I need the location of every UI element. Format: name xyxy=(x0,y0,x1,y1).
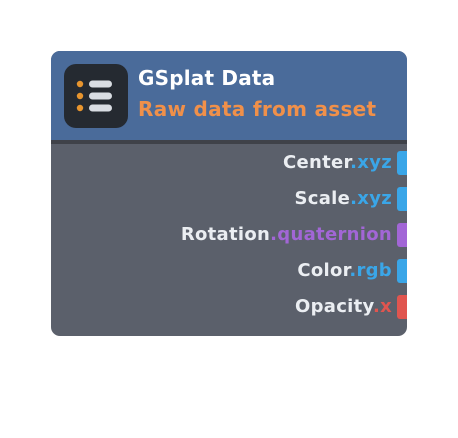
node-subtitle: Raw data from asset xyxy=(138,97,377,121)
output-port-opacity[interactable]: Opacity.x xyxy=(51,295,407,321)
output-socket[interactable] xyxy=(397,259,407,283)
port-type-suffix: .xyz xyxy=(350,152,392,173)
output-socket[interactable] xyxy=(397,223,407,247)
output-port-color[interactable]: Color.rgb xyxy=(51,259,407,285)
output-port-label: Rotation.quaternion xyxy=(181,224,392,245)
output-port-label: Scale.xyz xyxy=(294,188,392,209)
port-name: Rotation xyxy=(180,224,271,245)
port-name: Center xyxy=(282,152,351,173)
output-port-scale[interactable]: Scale.xyz xyxy=(51,187,407,213)
port-name: Color xyxy=(297,260,350,281)
header-divider xyxy=(51,140,407,144)
gsplat-data-node[interactable]: GSplat Data Raw data from asset Center.x… xyxy=(51,51,407,336)
output-port-label: Opacity.x xyxy=(295,296,392,317)
port-type-suffix: .rgb xyxy=(349,260,392,281)
output-socket[interactable] xyxy=(397,151,407,175)
output-port-center[interactable]: Center.xyz xyxy=(51,151,407,177)
list-icon xyxy=(64,64,128,128)
port-name: Opacity xyxy=(294,296,373,317)
port-type-suffix: .x xyxy=(372,296,392,317)
output-socket[interactable] xyxy=(397,187,407,211)
output-port-label: Center.xyz xyxy=(283,152,392,173)
output-port-label: Color.rgb xyxy=(297,260,392,281)
output-port-rotation[interactable]: Rotation.quaternion xyxy=(51,223,407,249)
port-type-suffix: .quaternion xyxy=(270,224,392,245)
node-title: GSplat Data xyxy=(138,66,276,90)
output-socket[interactable] xyxy=(397,295,407,319)
port-type-suffix: .xyz xyxy=(350,188,392,209)
node-header[interactable]: GSplat Data Raw data from asset xyxy=(51,51,407,140)
port-name: Scale xyxy=(294,188,351,209)
